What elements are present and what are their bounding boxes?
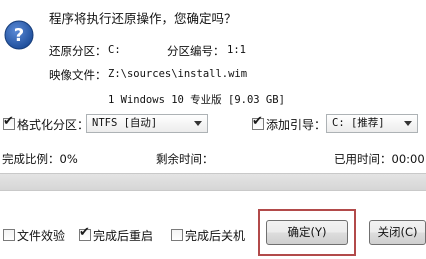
- add-boot-checkbox[interactable]: ✔: [252, 114, 264, 130]
- reboot-after-label: 完成后重启: [93, 229, 154, 243]
- restore-partition-value: C:: [108, 44, 121, 56]
- filesystem-select[interactable]: NTFS [自动]: [86, 114, 208, 133]
- shutdown-after-label: 完成后关机: [185, 229, 246, 243]
- file-verify-checkbox[interactable]: [3, 229, 15, 241]
- check-icon: ✔: [79, 225, 90, 240]
- check-icon: ✔: [3, 114, 14, 129]
- partition-number-value: 1:1: [227, 44, 246, 56]
- image-detail: 1 Windows 10 专业版 [9.03 GB]: [108, 94, 285, 106]
- image-file-label: 映像文件：: [49, 68, 107, 82]
- chevron-down-icon: [404, 121, 412, 126]
- ok-button[interactable]: 确定(Y): [266, 220, 348, 245]
- restore-partition-label: 还原分区：: [49, 44, 107, 58]
- remaining-label: 剩余时间：: [156, 152, 214, 166]
- elapsed-label: 已用时间：: [334, 152, 392, 166]
- progress-bar: [0, 173, 426, 191]
- done-label: 完成比例：: [2, 152, 60, 166]
- format-partition-label: 格式化分区：: [17, 118, 90, 132]
- done-percent-label: 完成比例：0%: [2, 151, 78, 167]
- partition-number-label: 分区编号：: [167, 44, 225, 58]
- close-button[interactable]: 关闭(C): [369, 220, 426, 245]
- shutdown-after-checkbox[interactable]: [171, 229, 183, 241]
- boot-drive-select-value: C: [推荐]: [332, 117, 385, 129]
- image-file-value: Z:\sources\install.wim: [108, 68, 248, 80]
- restore-dialog: ? 程序将执行还原操作，您确定吗？ 还原分区： C: 分区编号： 1:1 映像文…: [0, 0, 426, 259]
- add-boot-label: 添加引导：: [266, 118, 327, 132]
- filesystem-select-value: NTFS [自动]: [92, 117, 158, 129]
- question-mark-icon: ?: [4, 20, 34, 50]
- remaining-time-label: 剩余时间：: [156, 151, 214, 167]
- done-value: 0%: [59, 152, 78, 166]
- elapsed-value: 00:00: [391, 152, 425, 166]
- check-icon: ✔: [252, 114, 263, 129]
- boot-drive-select[interactable]: C: [推荐]: [326, 114, 418, 133]
- reboot-after-checkbox[interactable]: ✔: [79, 225, 91, 241]
- format-partition-checkbox[interactable]: ✔: [3, 114, 15, 130]
- svg-text:?: ?: [14, 25, 24, 46]
- elapsed-time-label: 已用时间：00:00: [334, 151, 425, 167]
- chevron-down-icon: [194, 121, 202, 126]
- confirm-question: 程序将执行还原操作，您确定吗？: [49, 11, 237, 26]
- file-verify-label: 文件效验: [17, 229, 66, 243]
